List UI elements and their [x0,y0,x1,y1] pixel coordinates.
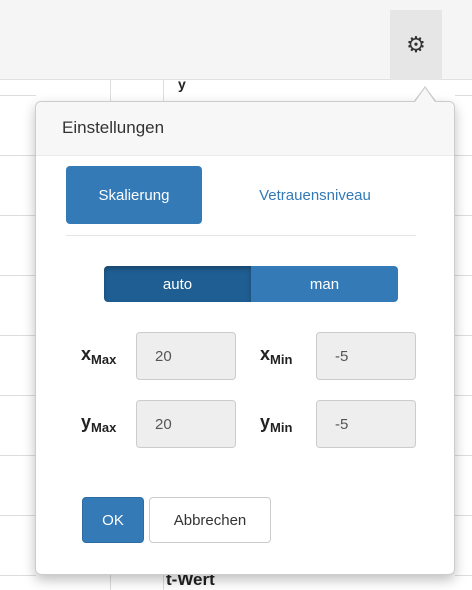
table-divider [455,335,472,336]
table-divider [0,215,36,216]
x-min-label: xMin [260,344,293,367]
table-divider [455,275,472,276]
table-divider [455,455,472,456]
table-divider [0,275,36,276]
y-max-input[interactable] [136,400,236,448]
column-header-partial: y [178,76,186,92]
table-divider [0,575,36,576]
cancel-button[interactable]: Abbrechen [149,497,271,543]
popover-title: Einstellungen [36,102,454,156]
popover-arrow-fill [415,88,435,102]
table-divider [0,95,36,96]
tab-vetrauensniveau[interactable]: Vetrauensniveau [236,166,394,224]
mode-auto-button[interactable]: auto [104,266,251,302]
x-max-input[interactable] [136,332,236,380]
y-min-input[interactable] [316,400,416,448]
tab-skalierung[interactable]: Skalierung [66,166,202,224]
table-divider [0,335,36,336]
mode-man-button[interactable]: man [251,266,398,302]
x-min-input[interactable] [316,332,416,380]
table-divider [455,395,472,396]
gear-icon: ⚙ [406,32,426,58]
x-max-label: xMax [81,344,117,367]
y-min-label: yMin [260,412,293,435]
settings-tabs: Skalierung Vetrauensniveau [66,166,416,236]
table-divider [0,155,36,156]
x-range-row: xMax xMin [81,332,421,380]
table-divider [455,215,472,216]
settings-popover: Einstellungen Skalierung Vetrauensniveau… [35,101,455,575]
ok-button[interactable]: OK [82,497,144,543]
table-divider [455,575,472,576]
table-divider [455,95,472,96]
table-divider [0,395,36,396]
table-divider [0,515,36,516]
y-range-row: yMax yMin [81,400,421,448]
table-divider [455,515,472,516]
scaling-mode-toggle: auto man [104,266,398,302]
settings-button[interactable]: ⚙ [390,10,442,80]
table-divider [0,455,36,456]
table-divider [455,155,472,156]
y-max-label: yMax [81,412,117,435]
